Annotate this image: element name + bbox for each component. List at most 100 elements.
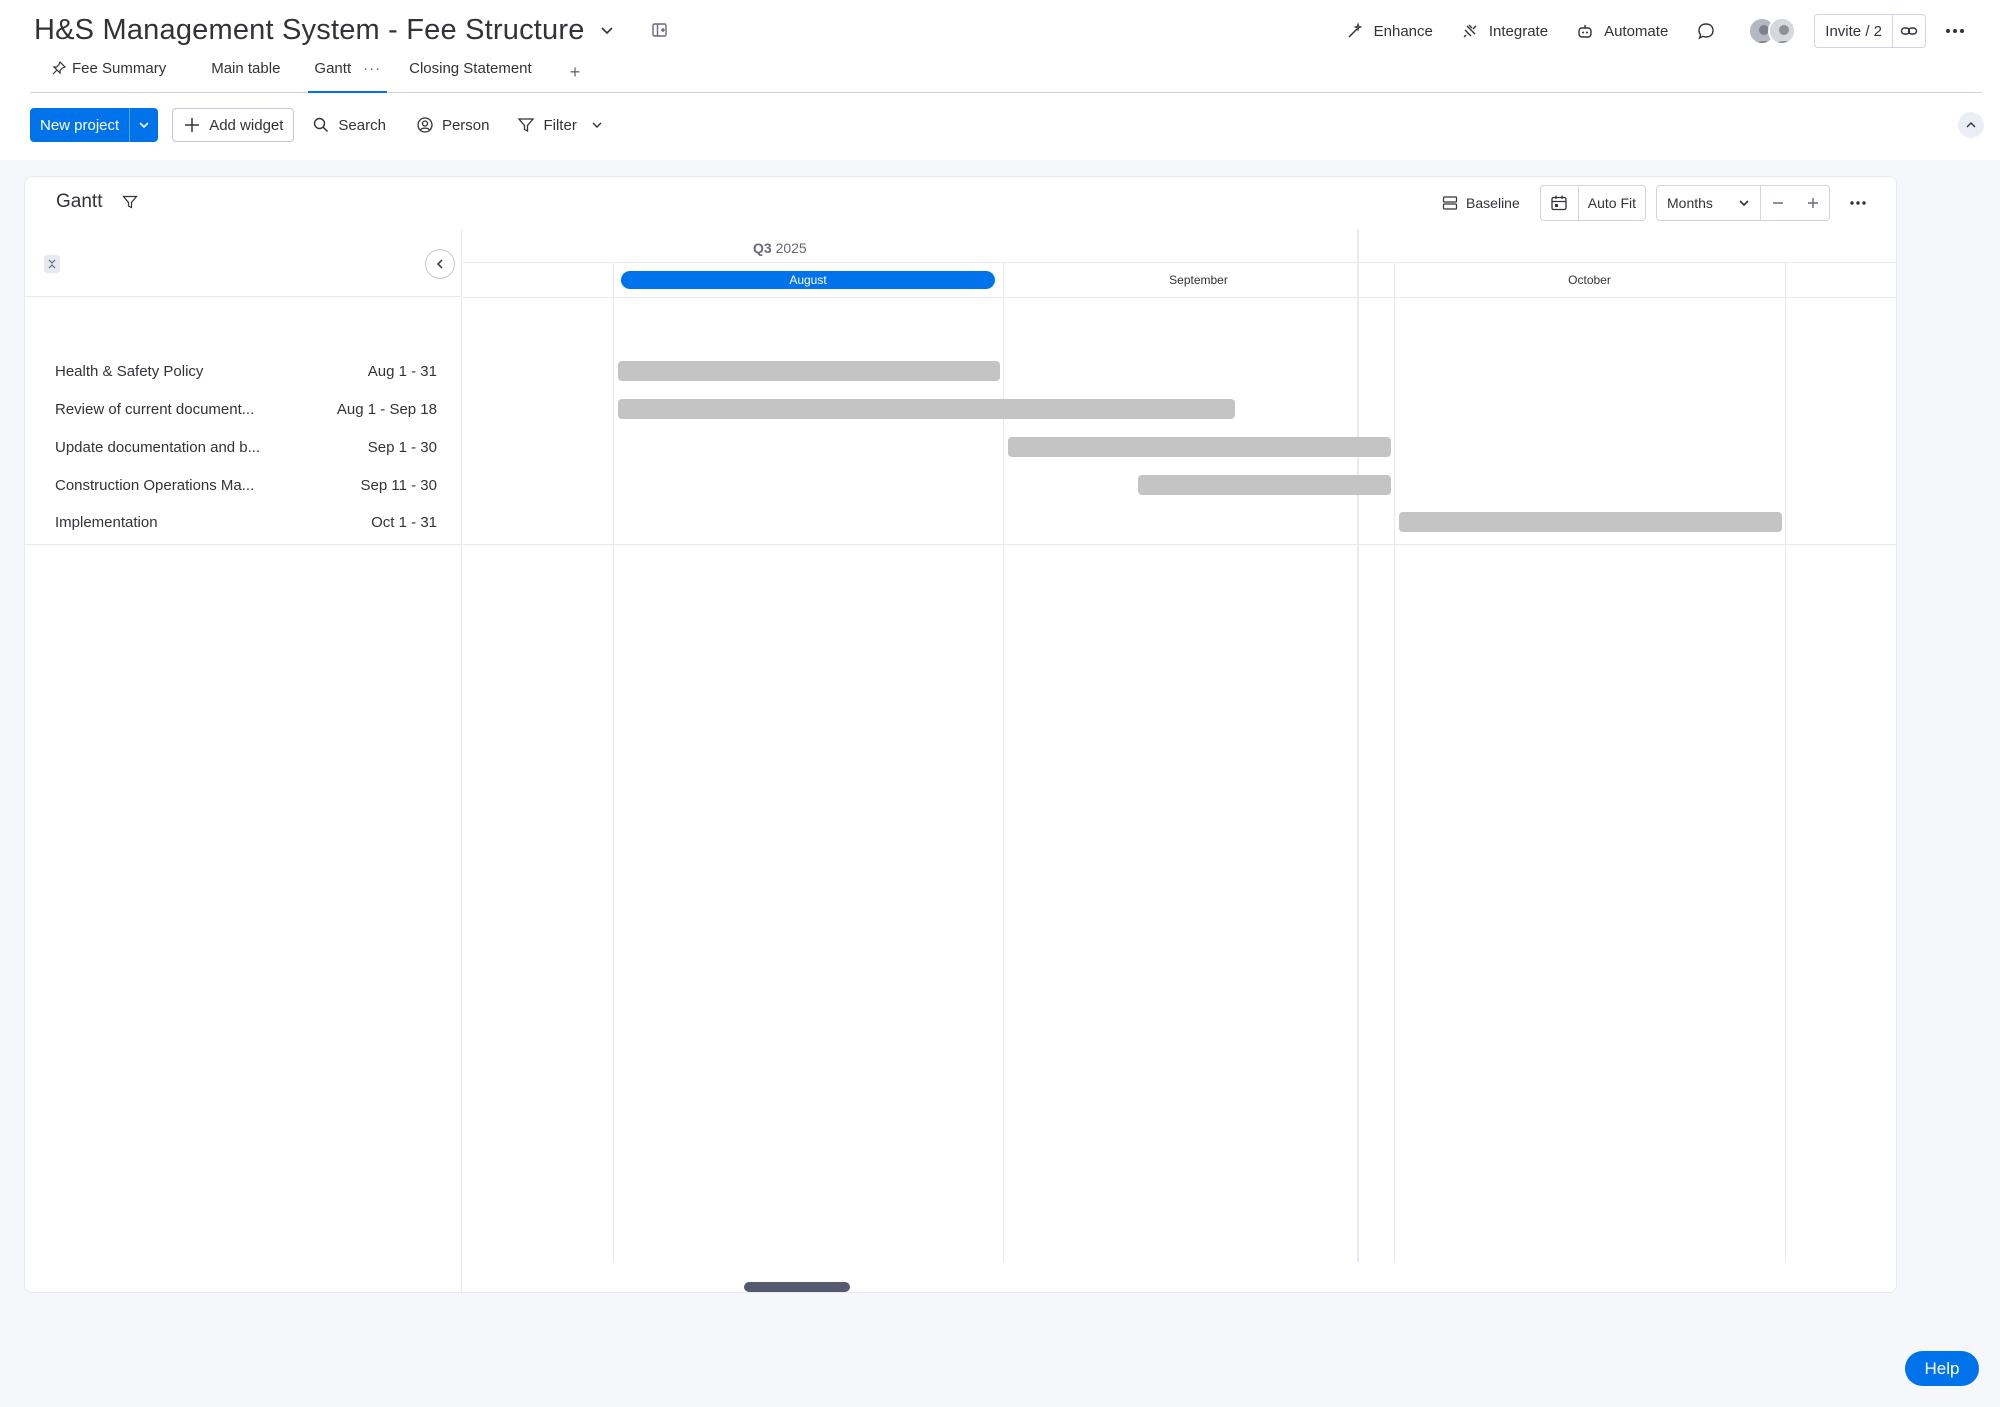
month-label: September	[1169, 273, 1228, 287]
quarter-divider	[1357, 229, 1359, 1262]
more-options-icon[interactable]	[1940, 16, 1970, 46]
zoom-in-button[interactable]	[1795, 186, 1829, 220]
task-list-pane: Health & Safety Policy Aug 1 - 31 Review o…	[25, 229, 462, 1292]
chat-bubble-icon[interactable]	[1696, 21, 1716, 41]
board-info-icon[interactable]	[649, 19, 671, 41]
task-row[interactable]: Review of current document... Aug 1 - Sep…	[25, 394, 462, 424]
minus-icon	[1773, 202, 1783, 204]
tab-label: Closing Statement	[409, 59, 532, 77]
invite-button[interactable]: Invite / 2	[1815, 15, 1893, 47]
task-name: Health & Safety Policy	[55, 362, 204, 380]
task-dates: Sep 11 - 30	[360, 476, 437, 494]
search-icon	[312, 116, 330, 134]
baseline-icon	[1442, 195, 1458, 211]
task-name: Construction Operations Ma...	[55, 476, 255, 494]
task-row[interactable]: Health & Safety Policy Aug 1 - 31	[25, 356, 462, 386]
task-dates: Aug 1 - 31	[367, 362, 437, 380]
add-widget-label: Add widget	[209, 116, 284, 134]
filter-label: Filter	[543, 116, 577, 134]
tab-main-table[interactable]: Main table	[211, 56, 280, 92]
board-title[interactable]: H&S Management System - Fee Structure	[34, 14, 585, 47]
invite-group: Invite / 2	[1814, 14, 1926, 48]
person-label: Person	[441, 116, 490, 134]
gantt-bar[interactable]	[1138, 475, 1391, 495]
month-gridline	[1785, 262, 1786, 1262]
gantt-title: Gantt	[56, 191, 103, 212]
task-name: Implementation	[55, 513, 158, 531]
calendar-icon[interactable]	[1541, 186, 1579, 220]
add-view-button[interactable]: +	[570, 62, 581, 93]
tab-closing-statement[interactable]: Closing Statement	[409, 56, 532, 92]
zoom-group: Months	[1656, 185, 1830, 221]
quarter-year: 2025	[775, 240, 807, 256]
plus-icon	[183, 116, 201, 134]
task-list-header	[25, 229, 462, 297]
task-row[interactable]: Construction Operations Ma... Sep 11 - 30	[25, 470, 462, 500]
quarter-name: Q3	[753, 240, 772, 256]
task-row[interactable]: Update documentation and b... Sep 1 - 30	[25, 432, 462, 462]
filter-icon[interactable]	[122, 194, 139, 210]
new-project-button[interactable]: New project	[30, 108, 159, 142]
divider	[463, 297, 1896, 298]
copy-link-icon[interactable]	[1893, 15, 1925, 47]
tab-options-icon[interactable]: ···	[363, 60, 381, 77]
baseline-label: Baseline	[1466, 195, 1520, 211]
view-tabs: Fee Summary Main table Gantt ··· Closing…	[30, 56, 1982, 93]
enhance-button[interactable]: Enhance	[1346, 22, 1433, 40]
member-avatars[interactable]	[1748, 17, 1797, 45]
gantt-header: Gantt Baseline Auto Fit Months	[25, 177, 1896, 229]
add-widget-button[interactable]: Add widget	[172, 108, 295, 142]
help-button[interactable]: Help	[1905, 1351, 1979, 1386]
integrate-button[interactable]: Integrate	[1461, 22, 1548, 40]
task-row[interactable]: Implementation Oct 1 - 31	[25, 507, 462, 537]
divider	[463, 262, 1896, 263]
task-dates: Aug 1 - Sep 18	[336, 400, 437, 418]
person-filter-button[interactable]: Person	[416, 108, 490, 142]
auto-fit-button[interactable]: Auto Fit	[1579, 186, 1645, 220]
month-gridline	[1394, 262, 1395, 1262]
gantt-bar[interactable]	[1008, 437, 1391, 457]
board-toolbar: New project Add widget Search Person Fil…	[30, 108, 603, 142]
horizontal-scrollbar[interactable]	[744, 1282, 850, 1292]
zoom-out-button[interactable]	[1761, 186, 1795, 220]
filter-icon	[517, 116, 535, 134]
plug-icon	[1461, 22, 1479, 40]
collapse-header-button[interactable]	[1958, 112, 1984, 138]
divider	[25, 544, 462, 545]
month-gridline	[613, 262, 614, 1262]
month-label: August	[621, 271, 995, 289]
chevron-up-icon	[1966, 122, 1976, 128]
tab-fee-summary[interactable]: Fee Summary	[52, 56, 166, 92]
tab-label: Gantt	[314, 59, 352, 77]
tab-label: Main table	[211, 59, 281, 77]
top-header: H&S Management System - Fee Structure En…	[0, 0, 2000, 160]
magic-wand-icon	[1346, 22, 1364, 40]
expand-collapse-icon[interactable]	[44, 255, 60, 273]
automate-button[interactable]: Automate	[1576, 22, 1668, 40]
gantt-bar[interactable]	[1399, 512, 1782, 532]
pin-icon	[52, 61, 66, 75]
new-project-label[interactable]: New project	[30, 108, 131, 142]
board-title-row: H&S Management System - Fee Structure	[34, 10, 671, 50]
more-options-icon[interactable]	[1844, 189, 1872, 217]
gantt-bar[interactable]	[618, 361, 1000, 381]
header-actions: Enhance Integrate Automate Invite / 2	[1318, 14, 1970, 48]
search-button[interactable]: Search	[312, 108, 386, 142]
chevron-down-icon[interactable]	[597, 20, 617, 40]
baseline-button[interactable]: Baseline	[1442, 195, 1520, 211]
task-name: Update documentation and b...	[55, 438, 261, 456]
filter-button[interactable]: Filter	[517, 108, 602, 142]
gantt-title-row: Gantt	[56, 191, 139, 213]
enhance-label: Enhance	[1373, 22, 1433, 40]
avatar	[1768, 17, 1797, 45]
gantt-tools: Baseline Auto Fit Months	[1442, 185, 1872, 221]
gantt-timeline: Q3 2025 August September October	[463, 229, 1896, 1292]
tab-gantt[interactable]: Gantt ···	[308, 56, 387, 93]
gantt-bar[interactable]	[618, 399, 1235, 419]
chevron-down-icon[interactable]	[591, 119, 603, 131]
gantt-widget: Gantt Baseline Auto Fit Months Health & …	[24, 176, 1897, 1293]
chevron-down-icon[interactable]	[130, 108, 158, 142]
timescale-select[interactable]: Months	[1657, 186, 1761, 220]
collapse-pane-button[interactable]	[425, 249, 455, 279]
search-label: Search	[338, 116, 386, 134]
